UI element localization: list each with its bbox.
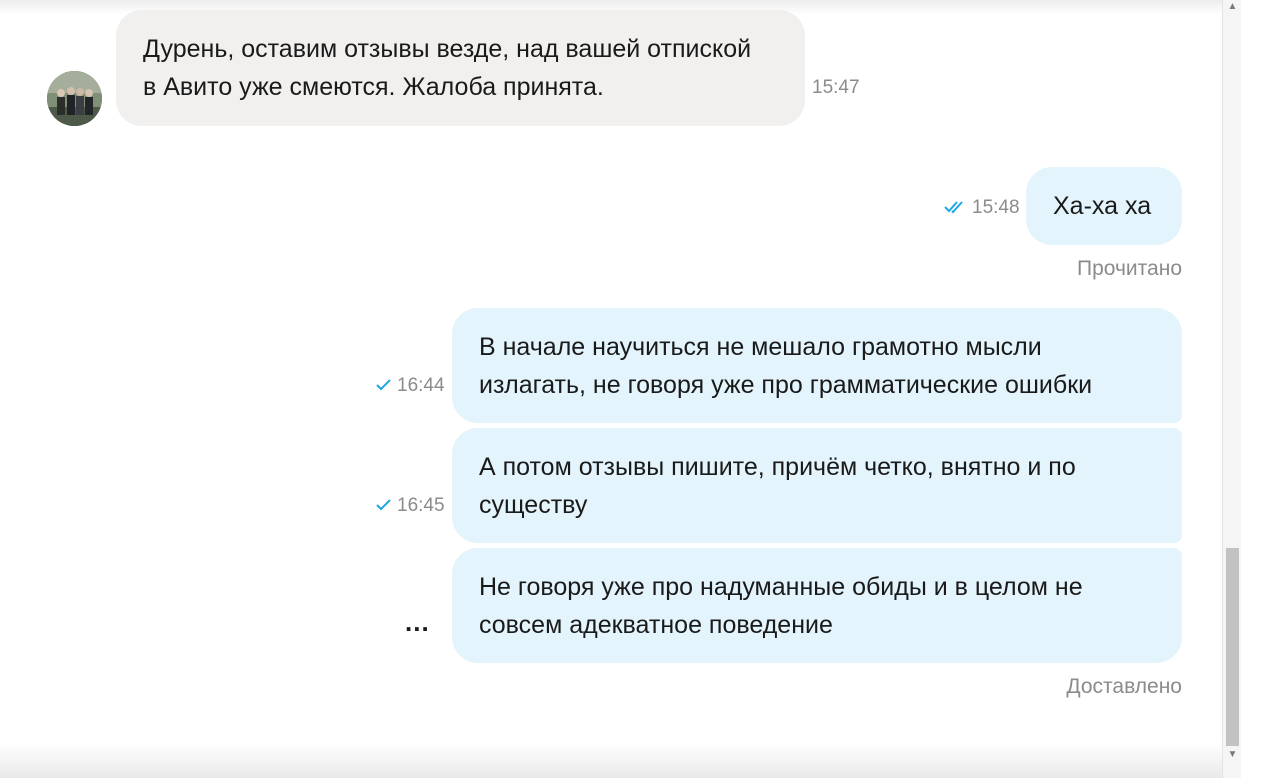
incoming-message-bubble[interactable]: Дурень, оставим отзывы везде, над вашей … (116, 10, 805, 126)
sending-indicator: ... (405, 607, 430, 637)
single-check-icon (376, 499, 391, 511)
message-text: А потом отзывы пишите, причём четко, вня… (479, 452, 1076, 519)
group-photo-icon (47, 71, 102, 126)
chat-message-list[interactable]: Дурень, оставим отзывы везде, над вашей … (0, 0, 1222, 778)
outgoing-message-bubble[interactable]: Ха-ха ха (1026, 167, 1182, 245)
message-text: Не говоря уже про надуманные обиды и в ц… (479, 572, 1083, 639)
message-time: 16:45 (397, 495, 445, 516)
scroll-down-arrow-icon[interactable]: ▼ (1223, 748, 1242, 762)
message-text: В начале научиться не мешало грамотно мы… (479, 332, 1093, 399)
vertical-scrollbar[interactable]: ▲ ▼ (1222, 0, 1242, 778)
message-time: 16:44 (397, 375, 445, 396)
outgoing-message-bubble[interactable]: В начале научиться не мешало грамотно мы… (452, 308, 1182, 423)
single-check-icon (376, 379, 391, 391)
message-time: 15:47 (812, 77, 860, 98)
message-text: Дурень, оставим отзывы везде, над вашей … (143, 35, 752, 101)
outgoing-message-bubble[interactable]: А потом отзывы пишите, причём четко, вня… (452, 428, 1182, 543)
page-edge (1241, 0, 1272, 778)
message-text: Ха-ха ха (1053, 192, 1152, 220)
scroll-up-arrow-icon[interactable]: ▲ (1223, 0, 1242, 14)
scroll-thumb[interactable] (1226, 548, 1239, 746)
bottom-fade (0, 742, 1222, 778)
delivered-status: Доставлено (1066, 675, 1182, 698)
outgoing-message-bubble[interactable]: Не говоря уже про надуманные обиды и в ц… (452, 548, 1182, 663)
message-time: 15:48 (972, 197, 1020, 218)
read-status: Прочитано (1077, 257, 1182, 280)
sender-avatar[interactable] (47, 71, 102, 126)
double-check-icon (944, 201, 963, 214)
